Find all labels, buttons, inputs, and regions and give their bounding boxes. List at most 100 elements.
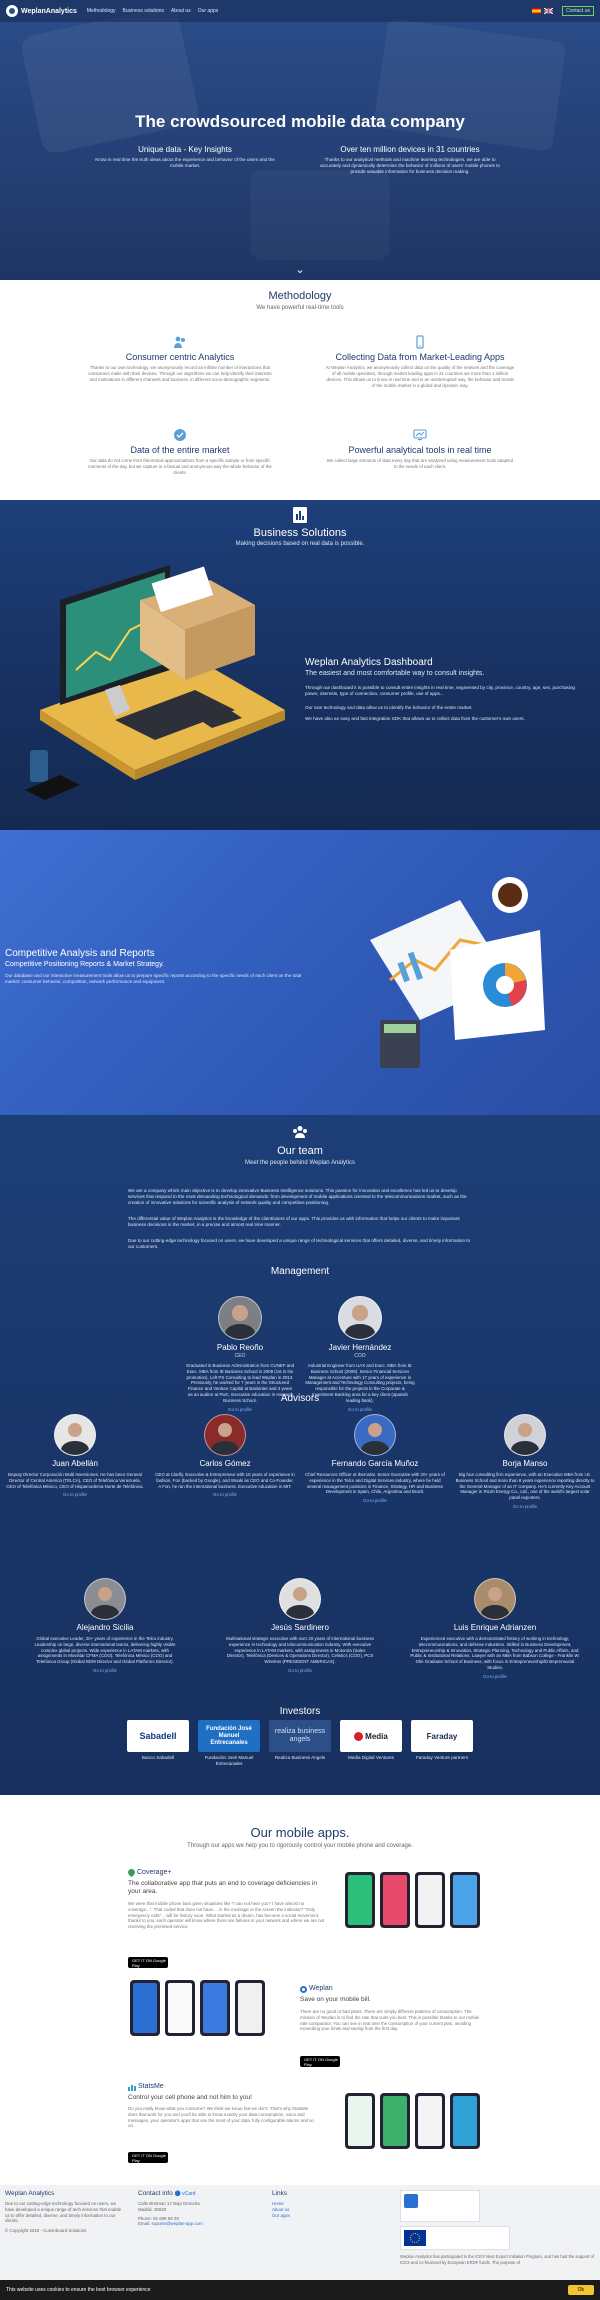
dashboard-title: Weplan Analytics Dashboard (305, 657, 433, 668)
cookie-ok-button[interactable]: Ok (567, 2285, 594, 2295)
dashboard-paragraph: We have also an easy and fast integratio… (305, 716, 525, 721)
coverage-app-text: We were that mobile phone bars given sit… (128, 1901, 325, 1930)
feature-title: Data of the entire market (130, 445, 230, 455)
feature-text: Thanks to our own technology, we anonymo… (88, 365, 272, 382)
team-title: Our team (277, 1145, 323, 1157)
footer-link-apps[interactable]: Our apps (272, 2213, 352, 2219)
advisor-member: Borja Manso Big four consulting firm exp… (455, 1414, 595, 1509)
advisor-member: Alejandro Sicilia Global executive Leade… (30, 1578, 180, 1673)
nav-link-business-solutions[interactable]: Business solutions (123, 8, 164, 14)
business-solutions-subtitle: Making decisions based on real data is p… (235, 541, 365, 547)
advisor-member: Luis Enrique Adrianzen Experienced execu… (410, 1578, 580, 1679)
avatar (84, 1578, 126, 1620)
footer-links-title: Links (272, 2190, 288, 2197)
app-screenshot (415, 1872, 445, 1928)
app-screenshot (235, 1980, 265, 2036)
cookie-text: This website uses cookies to ensure the … (6, 2287, 151, 2293)
hero-column-devices: Over ten million devices in 31 countries… (320, 145, 500, 175)
feature-collecting-data: Collecting Data from Market-Leading Apps… (325, 335, 515, 389)
member-bio: CEO at Clarify. Executive & Entrepreneur… (155, 1472, 295, 1489)
statsme-app-text: Do you really know what you consume? We … (128, 2106, 314, 2129)
app-screenshot (380, 2093, 410, 2149)
competitive-subtitle: Competitive Positioning Reports & Market… (5, 961, 164, 968)
avatar (218, 1296, 262, 1340)
weplan-app-name: Weplan (309, 1985, 333, 1992)
nav-link-methodology[interactable]: Methodology (87, 8, 116, 14)
investor-realiza[interactable]: realiza business angels Realiza Business… (269, 1720, 331, 1761)
investor-caption: Realiza Business Angels (274, 1755, 326, 1760)
icex-logo (400, 2190, 480, 2222)
brand-logo[interactable]: WeplanAnalytics (6, 5, 77, 17)
hero-column-text: Know in real time the truth ideas about … (95, 157, 275, 168)
feature-analytical-tools: Powerful analytical tools in real time W… (325, 428, 515, 470)
dashboard-paragraph: Our own technology and data allow us to … (305, 705, 473, 710)
go-to-profile-link[interactable]: Go to profile (5, 1492, 145, 1497)
member-name: Fernando García Muñoz (331, 1459, 419, 1468)
hero-title: The crowdsourced mobile data company (135, 112, 465, 131)
coverage-app-name: Coverage+ (137, 1869, 172, 1876)
member-name: Carlos Gómez (199, 1459, 251, 1468)
coverage-app-icon (128, 1869, 135, 1877)
report-document-icon (293, 507, 307, 523)
member-name: Javier Hernández (328, 1343, 392, 1352)
go-to-profile-link[interactable]: Go to profile (155, 1492, 295, 1497)
investor-entrecanales[interactable]: Fundación José Manuel Entrecanales Funda… (198, 1720, 260, 1767)
investors-heading: Investors (279, 1706, 321, 1717)
nav-links: Methodology Business solutions About us … (87, 8, 218, 14)
nav-link-our-apps[interactable]: Our apps (198, 8, 219, 14)
cookie-banner: This website uses cookies to ensure the … (0, 2280, 600, 2300)
member-role: COO (354, 1353, 366, 1359)
google-play-badge[interactable]: GET IT ON Google Play (128, 2152, 168, 2163)
hero-column-insights: Unique data - Key Insights Know in real … (95, 145, 275, 169)
member-bio: Big four consulting firm experience, wit… (455, 1472, 595, 1501)
dashboard-subtitle: The easiest and most comfortable way to … (305, 670, 485, 677)
member-bio: Deputy Director Corporación Multi Invers… (6, 1472, 144, 1489)
footer-email-link[interactable]: soporte@weplan-app.com (151, 2221, 202, 2226)
contact-us-button[interactable]: Contact us (562, 6, 594, 16)
member-bio: Multinational strategic executive with o… (226, 1636, 374, 1665)
eu-flag-icon (404, 2230, 426, 2246)
app-screenshot (450, 1872, 480, 1928)
investor-sabadell[interactable]: Sabadell Banco Sabadell (127, 1720, 189, 1761)
vcard-link[interactable]: 🔵 vCard (175, 2191, 196, 2197)
go-to-profile-link[interactable]: Go to profile (455, 1504, 595, 1509)
scroll-down-chevron-icon[interactable]: ⌄ (294, 264, 306, 276)
statsme-app-icon (128, 2085, 136, 2091)
app-screenshot (200, 1980, 230, 2036)
nav-link-about-us[interactable]: About us (171, 8, 191, 14)
top-navbar: WeplanAnalytics Methodology Business sol… (0, 0, 600, 22)
weplan-app-icon (300, 1986, 307, 1993)
investor-faraday[interactable]: Faraday Faraday Venture partners (411, 1720, 473, 1761)
member-bio: Experienced executive with a demonstrate… (410, 1636, 580, 1670)
go-to-profile-link[interactable]: Go to profile (410, 1674, 580, 1679)
icex-mark-icon (404, 2194, 418, 2208)
spain-flag-icon[interactable] (532, 8, 542, 14)
feature-entire-market: Data of the entire market Our data do no… (85, 428, 275, 476)
footer-address-line: Madrid, 28028 (138, 2206, 167, 2212)
methodology-title: Methodology (268, 290, 332, 302)
advisor-member: Juan Abellán Deputy Director Corporación… (5, 1414, 145, 1497)
footer-links: Links Home About us Our apps (272, 2190, 352, 2218)
go-to-profile-link[interactable]: Go to profile (225, 1668, 375, 1673)
avatar (474, 1578, 516, 1620)
investor-media-digital[interactable]: Media Media Digital Ventures (340, 1720, 402, 1761)
apps-subtitle: Through our apps we help you to rigorous… (187, 1843, 413, 1849)
google-play-badge[interactable]: GET IT ON Google Play (300, 2056, 340, 2067)
uk-flag-icon[interactable] (544, 8, 554, 14)
go-to-profile-link[interactable]: Go to profile (305, 1407, 415, 1412)
go-to-profile-link[interactable]: Go to profile (305, 1498, 445, 1503)
avatar (504, 1414, 546, 1456)
advisors-heading: Advisors (280, 1393, 320, 1404)
footer-copyright: © Copyright 2019 - Cuminboard Solutions (5, 2228, 87, 2234)
google-play-badge[interactable]: GET IT ON Google Play (128, 1957, 168, 1968)
hero-background-shape (250, 170, 390, 260)
member-name: Borja Manso (502, 1459, 548, 1468)
app-screenshot (165, 1980, 195, 2036)
go-to-profile-link[interactable]: Go to profile (185, 1407, 295, 1412)
team-subtitle: Meet the people behind Weplan Analytics (245, 1160, 355, 1166)
coverage-app-tagline: The collaborative app that puts an end t… (128, 1880, 317, 1895)
go-to-profile-link[interactable]: Go to profile (30, 1668, 180, 1673)
footer-brand: Weplan Analytics (5, 2190, 55, 2197)
phone-icon (416, 335, 424, 349)
hero-section: The crowdsourced mobile data company Uni… (0, 0, 600, 280)
